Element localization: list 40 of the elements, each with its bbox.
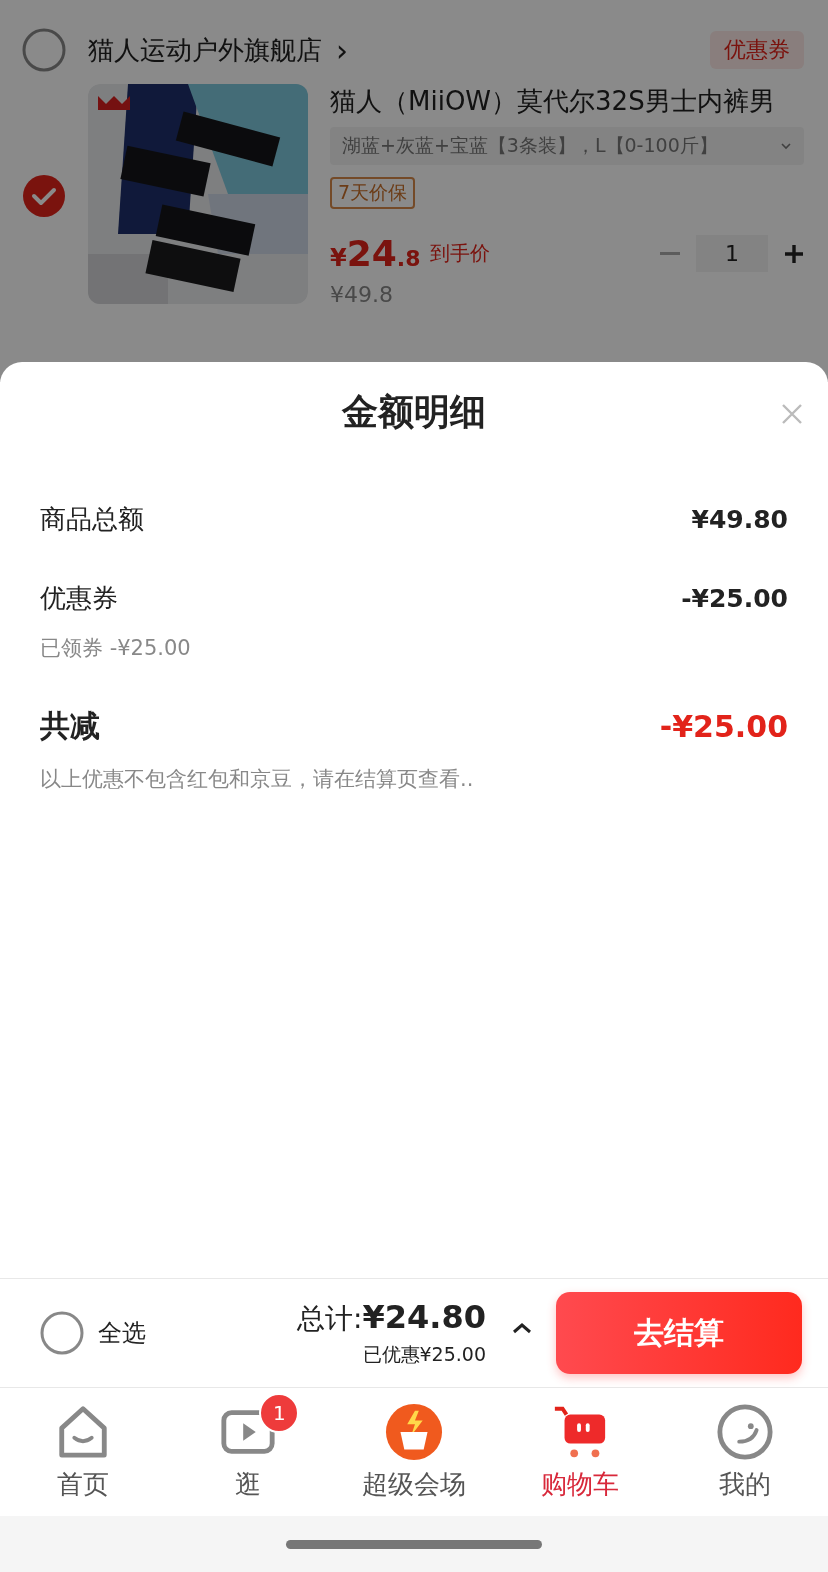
store-link[interactable]: 猫人运动户外旗舰店 <box>88 32 322 68</box>
discount-text: 已优惠¥25.00 <box>362 1342 486 1367</box>
chevron-icon: › <box>336 32 348 68</box>
row-note: 以上优惠不包含红包和京豆，请在结算页查看.. <box>40 766 475 793</box>
total-label: 共减 <box>40 707 100 745</box>
product-title[interactable]: 猫人（MiiOW）莫代尔32S男士内裤男 <box>330 84 804 119</box>
total-label: 总计: <box>297 1302 363 1335</box>
count-badge: 1 <box>259 1392 300 1433</box>
row-label: 商品总额 <box>40 503 144 536</box>
home-indicator[interactable] <box>286 1539 542 1549</box>
price: ¥24.8 <box>330 233 421 274</box>
caret-icon <box>780 142 792 150</box>
price-note: 到手价 <box>430 240 491 267</box>
checkout-button[interactable]: 去结算 <box>556 1292 802 1374</box>
tab[interactable]: 超级会场 <box>331 1388 497 1516</box>
checkbox[interactable] <box>40 1311 84 1355</box>
tab[interactable]: 购物车 <box>496 1388 663 1516</box>
smiley-face-icon <box>716 1402 775 1461</box>
sheet-title: 金额明细 <box>342 389 486 434</box>
original-price: ¥49.8 <box>330 282 394 307</box>
lightning-badge-icon <box>385 1402 443 1461</box>
quantity-field[interactable]: 1 <box>696 235 768 272</box>
row-value: -¥25.00 <box>681 584 788 613</box>
row-label: 优惠券 <box>40 582 118 615</box>
plus-icon[interactable] <box>784 243 804 264</box>
row-value: ¥49.80 <box>691 505 788 534</box>
select-all-label[interactable]: 全选 <box>98 1317 146 1349</box>
guarantee-tag: 7天价保 <box>330 177 416 209</box>
variant-selector[interactable]: 湖蓝+灰蓝+宝蓝【3条装】，L【0-100斤】 <box>330 127 804 165</box>
tab[interactable]: 1 逛 <box>165 1388 332 1516</box>
checkbox[interactable] <box>22 28 66 72</box>
expand-icon[interactable] <box>512 1322 532 1334</box>
close-icon[interactable] <box>780 402 804 426</box>
row-note: 已领券 -¥25.00 <box>40 635 192 662</box>
tab[interactable]: 我的 <box>662 1388 828 1516</box>
total-value: -¥25.00 <box>659 709 788 744</box>
checkbox[interactable] <box>22 173 66 218</box>
tab[interactable]: 首页 <box>0 1388 166 1516</box>
coupon-tag[interactable]: 优惠券 <box>710 31 804 69</box>
total-amount: ¥24.80 <box>362 1298 486 1336</box>
